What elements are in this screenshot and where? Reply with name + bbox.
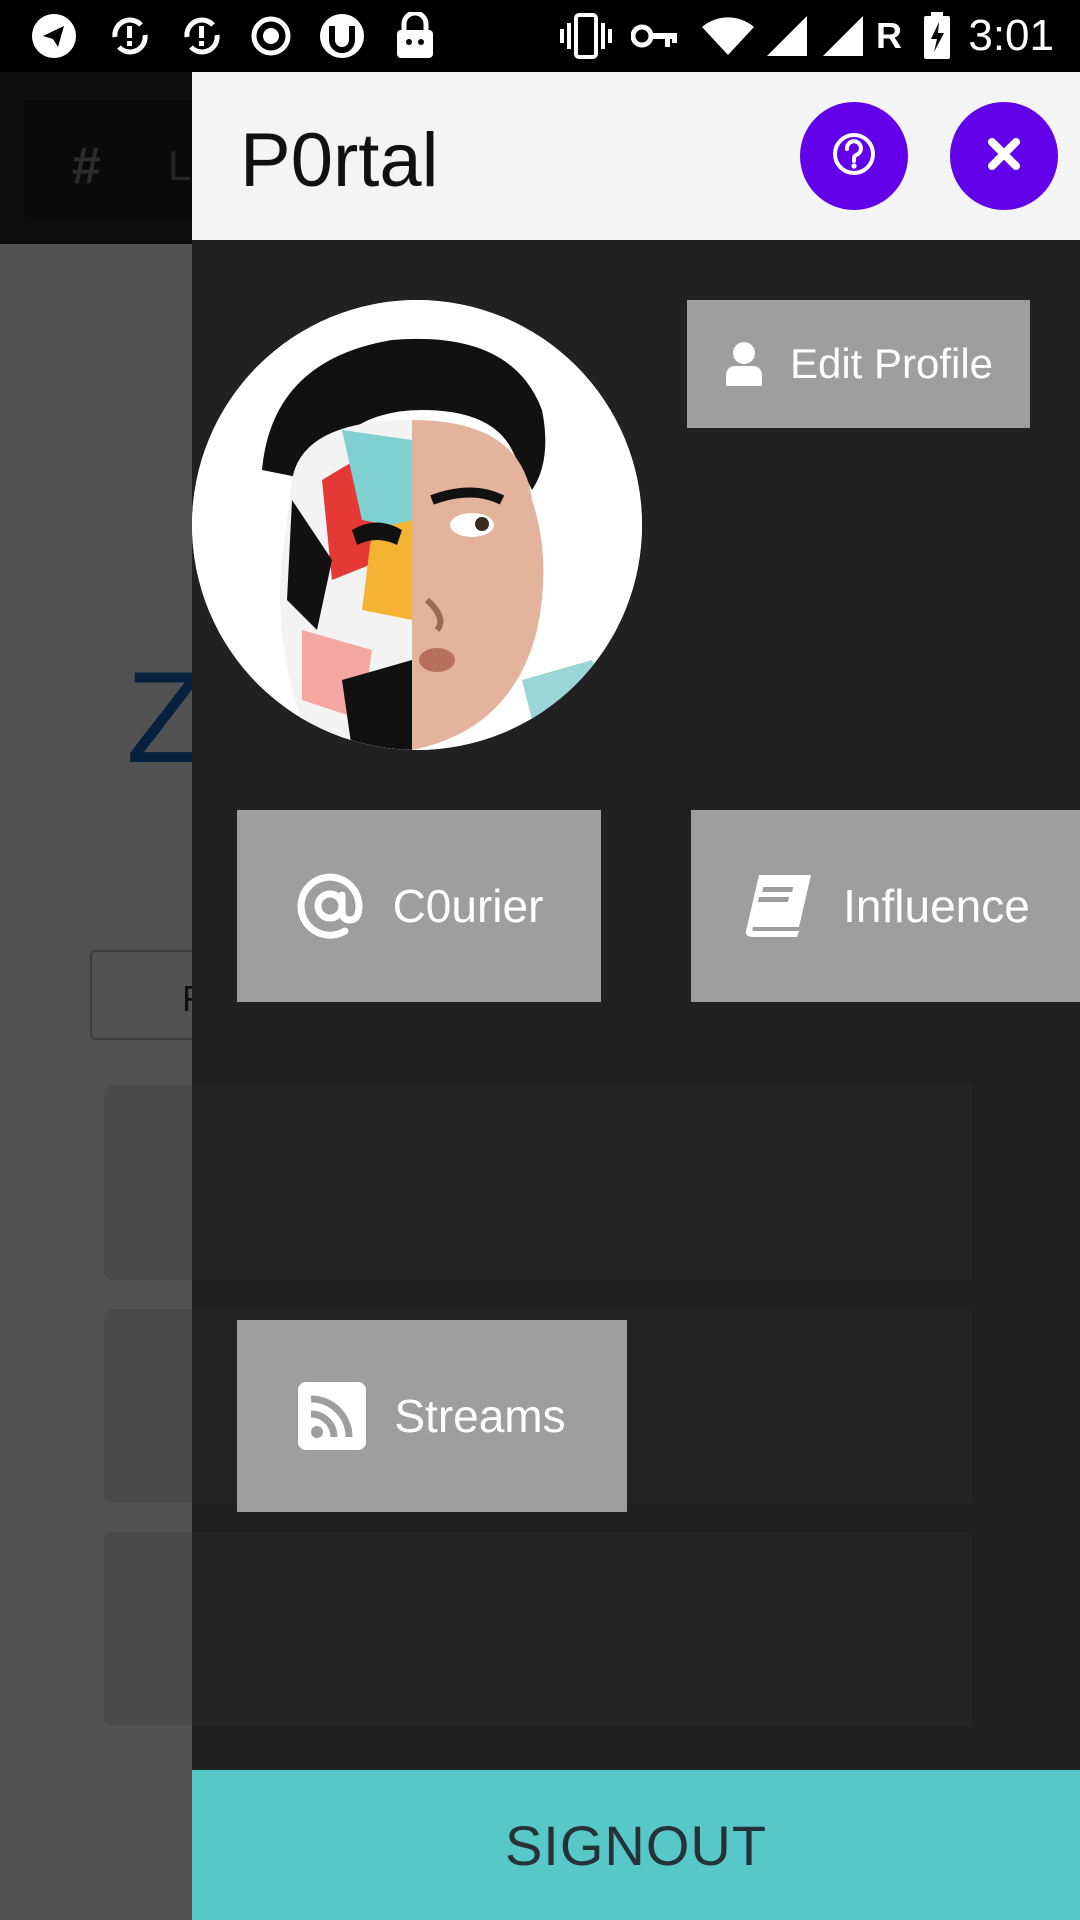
record-icon [248,14,294,58]
ghost-card [192,1086,972,1280]
drawer-header: P0rtal [192,72,1080,240]
help-circle-icon [831,131,877,182]
rss-icon [298,1382,367,1450]
utorrent-icon [316,14,368,58]
signout-label: SIGNOUT [504,1813,768,1877]
close-icon [986,136,1022,177]
app-button-influence[interactable]: Influence [691,810,1080,1002]
signal-icon [764,14,810,58]
app-button-streams[interactable]: Streams [237,1320,627,1512]
status-bar: R 3:01 [0,0,1080,72]
lock-android-icon [392,12,438,58]
clock: 3:01 [968,11,1054,60]
user-icon [724,340,764,388]
vpn-key-icon [630,14,680,58]
ghost-card [192,1532,972,1726]
edit-profile-label: Edit Profile [789,340,994,387]
at-sign-icon [295,871,365,941]
drawer-title: P0rtal [240,118,439,203]
sync-alert-icon [176,14,228,58]
wifi-icon [700,14,756,58]
profile-avatar [192,300,642,750]
app-button-courier[interactable]: C0urier [237,810,601,1002]
battery-charging-icon [920,12,954,59]
vibrate-icon [558,13,614,59]
signout-button[interactable]: SIGNOUT [192,1770,1080,1920]
sync-alert-icon [104,14,156,58]
portal-drawer: P0rtal Edit Profile C0urier Influence St… [192,72,1080,1920]
edit-profile-button[interactable]: Edit Profile [687,300,1030,428]
app-label-streams: Streams [394,1390,566,1442]
app-label-courier: C0urier [392,880,544,932]
help-button[interactable] [800,102,908,210]
network-type-label: R [876,15,902,56]
signal-icon [820,14,866,58]
close-button[interactable] [950,102,1058,210]
app-label-influence: Influence [843,880,1030,932]
telegram-icon [28,14,80,58]
book-icon [741,871,815,941]
